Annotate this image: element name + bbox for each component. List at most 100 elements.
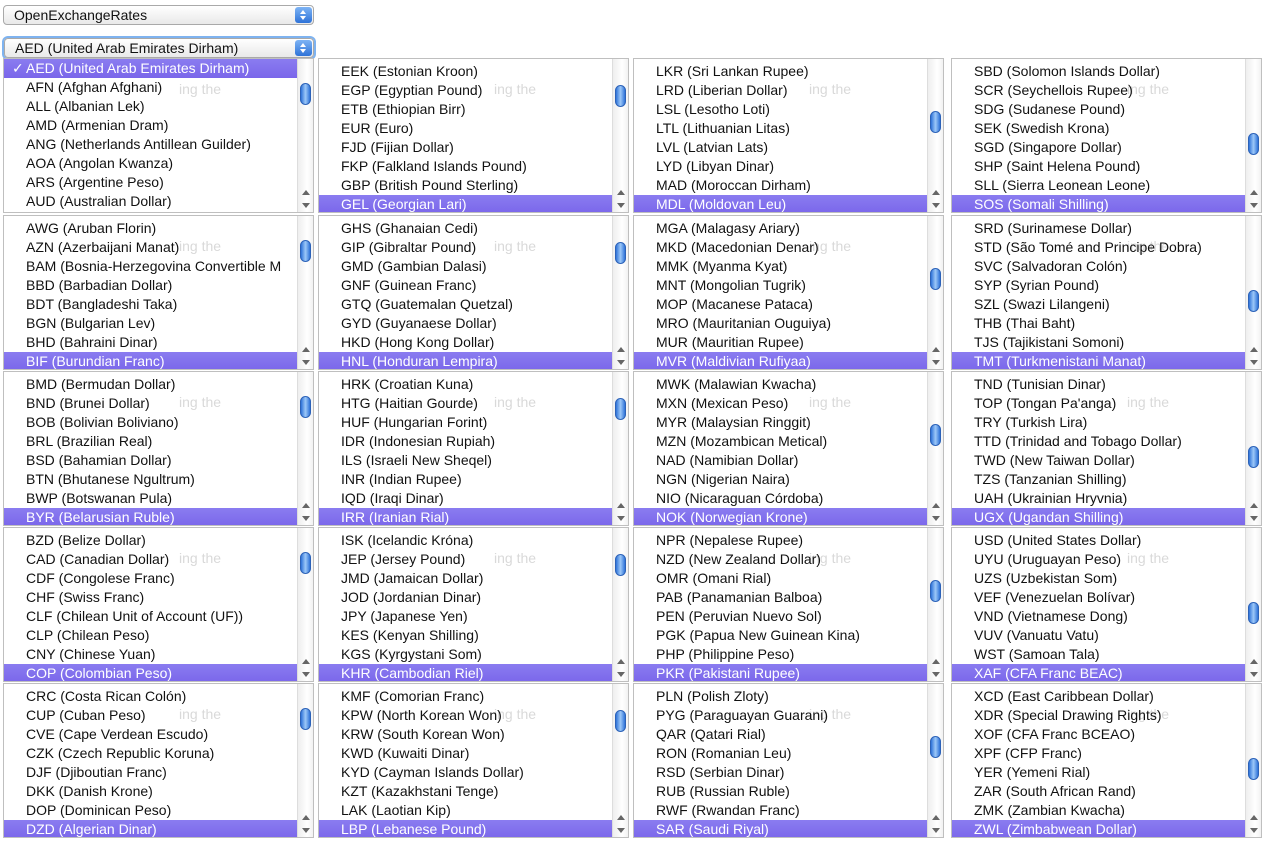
list-item[interactable]: JEP (Jersey Pound) xyxy=(319,550,628,569)
list-item[interactable]: MNT (Mongolian Tugrik) xyxy=(634,276,943,295)
vertical-scrollbar[interactable] xyxy=(1245,59,1261,212)
scroll-up-arrow-icon[interactable] xyxy=(617,659,625,664)
scroll-down-arrow-icon[interactable] xyxy=(302,828,310,833)
list-item[interactable]: ZAR (South African Rand) xyxy=(952,782,1261,801)
list-item[interactable]: SRD (Surinamese Dollar) xyxy=(952,219,1261,238)
scrollbar-thumb[interactable] xyxy=(300,240,311,262)
list-item[interactable]: AZN (Azerbaijani Manat) xyxy=(4,238,313,257)
list-item[interactable]: BHD (Bahraini Dinar) xyxy=(4,333,313,352)
list-item[interactable]: FJD (Fijian Dollar) xyxy=(319,138,628,157)
list-item[interactable]: GHS (Ghanaian Cedi) xyxy=(319,219,628,238)
list-item[interactable]: HRK (Croatian Kuna) xyxy=(319,375,628,394)
list-item[interactable]: PLN (Polish Zloty) xyxy=(634,687,943,706)
list-item[interactable]: CAD (Canadian Dollar) xyxy=(4,550,313,569)
list-item[interactable]: VUV (Vanuatu Vatu) xyxy=(952,626,1261,645)
list-item[interactable]: LYD (Libyan Dinar) xyxy=(634,157,943,176)
currency-listbox[interactable]: ing the BMD (Bermudan Dollar) BND (Brunei … xyxy=(3,371,314,526)
scroll-down-arrow-icon[interactable] xyxy=(617,203,625,208)
list-item[interactable]: PHP (Philippine Peso) xyxy=(634,645,943,664)
list-item[interactable]: EEK (Estonian Kroon) xyxy=(319,62,628,81)
list-item[interactable]: AFN (Afghan Afghani) xyxy=(4,78,313,97)
list-item[interactable]: BGN (Bulgarian Lev) xyxy=(4,314,313,333)
vertical-scrollbar[interactable] xyxy=(297,59,313,212)
list-item[interactable]: PAB (Panamanian Balboa) xyxy=(634,588,943,607)
list-item[interactable]: AMD (Armenian Dram) xyxy=(4,116,313,135)
list-item[interactable]: CHF (Swiss Franc) xyxy=(4,588,313,607)
scroll-up-arrow-icon[interactable] xyxy=(1250,190,1258,195)
vertical-scrollbar[interactable] xyxy=(927,684,943,837)
list-item[interactable]: EGP (Egyptian Pound) xyxy=(319,81,628,100)
list-item[interactable]: CDF (Congolese Franc) xyxy=(4,569,313,588)
list-item[interactable]: LAK (Laotian Kip) xyxy=(319,801,628,820)
scroll-down-arrow-icon[interactable] xyxy=(1250,672,1258,677)
list-item[interactable]: KGS (Kyrgystani Som) xyxy=(319,645,628,664)
scroll-up-arrow-icon[interactable] xyxy=(932,347,940,352)
list-item[interactable]: ILS (Israeli New Sheqel) xyxy=(319,451,628,470)
list-item[interactable]: WST (Samoan Tala) xyxy=(952,645,1261,664)
currency-listbox[interactable]: ing the KMF (Comorian Franc) KPW (North Ko… xyxy=(318,683,629,838)
list-item[interactable]: MXN (Mexican Peso) xyxy=(634,394,943,413)
list-item[interactable]: UZS (Uzbekistan Som) xyxy=(952,569,1261,588)
list-item[interactable]: BDT (Bangladeshi Taka) xyxy=(4,295,313,314)
vertical-scrollbar[interactable] xyxy=(297,372,313,525)
list-item[interactable]: BBD (Barbadian Dollar) xyxy=(4,276,313,295)
list-item[interactable]: CVE (Cape Verdean Escudo) xyxy=(4,725,313,744)
list-item[interactable]: YER (Yemeni Rial) xyxy=(952,763,1261,782)
vertical-scrollbar[interactable] xyxy=(297,528,313,681)
scroll-down-arrow-icon[interactable] xyxy=(1250,828,1258,833)
list-item[interactable]: ETB (Ethiopian Birr) xyxy=(319,100,628,119)
scroll-up-arrow-icon[interactable] xyxy=(932,503,940,508)
list-item[interactable]: SLL (Sierra Leonean Leone) xyxy=(952,176,1261,195)
list-item[interactable]: SZL (Swazi Lilangeni) xyxy=(952,295,1261,314)
list-item[interactable]: NGN (Nigerian Naira) xyxy=(634,470,943,489)
list-item[interactable]: XOF (CFA Franc BCEAO) xyxy=(952,725,1261,744)
list-item[interactable]: ARS (Argentine Peso) xyxy=(4,173,313,192)
scrollbar-thumb[interactable] xyxy=(300,708,311,730)
list-item[interactable]: HTG (Haitian Gourde) xyxy=(319,394,628,413)
selected-list-item[interactable]: SAR (Saudi Riyal) xyxy=(634,820,943,837)
list-item[interactable]: BOB (Bolivian Boliviano) xyxy=(4,413,313,432)
list-item[interactable]: SEK (Swedish Krona) xyxy=(952,119,1261,138)
list-item[interactable]: DJF (Djiboutian Franc) xyxy=(4,763,313,782)
list-item[interactable]: HUF (Hungarian Forint) xyxy=(319,413,628,432)
scroll-up-arrow-icon[interactable] xyxy=(617,815,625,820)
scrollbar-thumb[interactable] xyxy=(615,398,626,420)
list-item[interactable]: HKD (Hong Kong Dollar) xyxy=(319,333,628,352)
list-item[interactable]: SGD (Singapore Dollar) xyxy=(952,138,1261,157)
scroll-up-arrow-icon[interactable] xyxy=(1250,815,1258,820)
list-item[interactable]: THB (Thai Baht) xyxy=(952,314,1261,333)
vertical-scrollbar[interactable] xyxy=(1245,372,1261,525)
currency-listbox[interactable]: ing the EEK (Estonian Kroon) EGP (Egyptian… xyxy=(318,58,629,213)
list-item[interactable]: RWF (Rwandan Franc) xyxy=(634,801,943,820)
selected-list-item[interactable]: ZWL (Zimbabwean Dollar) xyxy=(952,820,1261,837)
list-item[interactable]: NPR (Nepalese Rupee) xyxy=(634,531,943,550)
scroll-up-arrow-icon[interactable] xyxy=(617,190,625,195)
list-item[interactable]: SBD (Solomon Islands Dollar) xyxy=(952,62,1261,81)
vertical-scrollbar[interactable] xyxy=(297,684,313,837)
list-item[interactable]: MWK (Malawian Kwacha) xyxy=(634,375,943,394)
selected-list-item[interactable]: LBP (Lebanese Pound) xyxy=(319,820,628,837)
list-item[interactable]: SCR (Seychellois Rupee) xyxy=(952,81,1261,100)
list-item[interactable]: USD (United States Dollar) xyxy=(952,531,1261,550)
list-item[interactable]: EUR (Euro) xyxy=(319,119,628,138)
scroll-up-arrow-icon[interactable] xyxy=(932,815,940,820)
list-item[interactable]: MGA (Malagasy Ariary) xyxy=(634,219,943,238)
list-item[interactable]: BZD (Belize Dollar) xyxy=(4,531,313,550)
list-item[interactable]: TJS (Tajikistani Somoni) xyxy=(952,333,1261,352)
list-item[interactable]: DKK (Danish Krone) xyxy=(4,782,313,801)
scroll-up-arrow-icon[interactable] xyxy=(617,347,625,352)
currency-listbox[interactable]: ing the AWG (Aruban Florin) AZN (Azerbaija… xyxy=(3,215,314,370)
scroll-up-arrow-icon[interactable] xyxy=(302,190,310,195)
currency-select[interactable]: AED (United Arab Emirates Dirham) xyxy=(4,38,314,58)
selected-list-item[interactable]: UGX (Ugandan Shilling) xyxy=(952,508,1261,525)
scrollbar-thumb[interactable] xyxy=(300,396,311,418)
scroll-up-arrow-icon[interactable] xyxy=(302,503,310,508)
list-item[interactable]: NZD (New Zealand Dollar) xyxy=(634,550,943,569)
scrollbar-thumb[interactable] xyxy=(930,736,941,758)
vertical-scrollbar[interactable] xyxy=(927,372,943,525)
scroll-down-arrow-icon[interactable] xyxy=(617,360,625,365)
scroll-up-arrow-icon[interactable] xyxy=(1250,659,1258,664)
scroll-down-arrow-icon[interactable] xyxy=(932,203,940,208)
list-item[interactable]: CUP (Cuban Peso) xyxy=(4,706,313,725)
scrollbar-thumb[interactable] xyxy=(300,552,311,574)
